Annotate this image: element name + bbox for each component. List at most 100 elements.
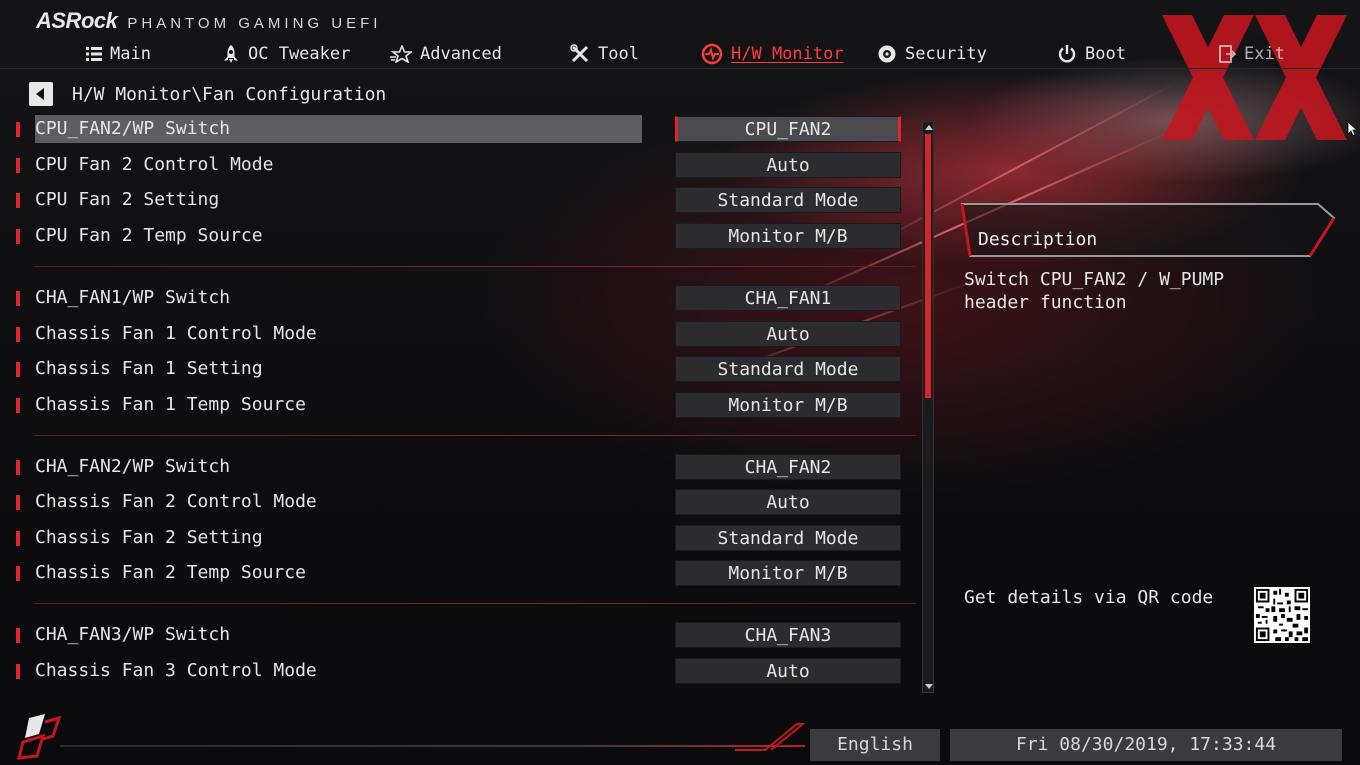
tab-oc-tweaker-label: OC Tweaker — [248, 44, 351, 64]
scroll-up-arrow-icon[interactable] — [925, 125, 933, 130]
row-marker — [16, 664, 20, 679]
back-arrow-icon — [36, 88, 44, 100]
tab-security-label: Security — [905, 44, 987, 64]
section-divider — [34, 435, 916, 436]
row-marker — [16, 193, 20, 208]
tab-oc-tweaker[interactable]: OC Tweaker — [222, 42, 350, 66]
section-divider — [34, 266, 916, 267]
setting-label: CPU Fan 2 Setting — [35, 189, 220, 210]
row-marker — [16, 158, 20, 173]
setting-row[interactable]: CHA_FAN3/WP Switch CHA_FAN3 — [0, 621, 910, 649]
setting-label: CPU Fan 2 Control Mode — [35, 154, 274, 175]
setting-label: Chassis Fan 2 Setting — [35, 527, 263, 548]
setting-row[interactable]: Chassis Fan 2 Temp Source Monitor M/B — [0, 559, 910, 587]
row-marker — [16, 229, 20, 244]
power-icon — [1058, 45, 1076, 63]
shield-gear-icon — [878, 45, 896, 63]
setting-row[interactable]: CHA_FAN1/WP Switch CHA_FAN1 — [0, 284, 910, 312]
tab-exit[interactable]: Exit — [1218, 42, 1285, 66]
setting-value-dropdown[interactable]: CHA_FAN1 — [675, 285, 901, 311]
setting-value-dropdown[interactable]: Auto — [675, 489, 901, 515]
setting-value-dropdown[interactable]: Auto — [675, 152, 901, 178]
setting-row[interactable]: CPU Fan 2 Control Mode Auto — [0, 151, 910, 179]
qr-hint: Get details via QR code — [964, 587, 1214, 608]
setting-label: Chassis Fan 1 Temp Source — [35, 394, 306, 415]
row-marker — [16, 327, 20, 342]
tab-tool-label: Tool — [598, 44, 639, 64]
datetime-display: Fri 08/30/2019, 17:33:44 — [950, 729, 1342, 761]
brand-header: ASRock PHANTOM GAMING UEFI — [36, 8, 381, 34]
description-text: Switch CPU_FAN2 / W_PUMP header function — [964, 269, 1225, 313]
top-nav: Main OC Tweaker Advanced Tool H/W Monito… — [0, 38, 1360, 69]
tab-boot-label: Boot — [1085, 44, 1126, 64]
row-marker — [16, 398, 20, 413]
setting-value-dropdown[interactable]: CPU_FAN2 — [675, 116, 901, 142]
setting-row[interactable]: Chassis Fan 1 Control Mode Auto — [0, 320, 910, 348]
tab-main[interactable]: Main — [86, 42, 151, 66]
setting-value-dropdown[interactable]: CHA_FAN3 — [675, 622, 901, 648]
setting-label: CPU_FAN2/WP Switch — [35, 115, 642, 143]
qr-code-icon[interactable] — [1254, 587, 1310, 643]
row-marker — [16, 291, 20, 306]
setting-label: CHA_FAN3/WP Switch — [35, 624, 231, 645]
setting-value-dropdown[interactable]: Monitor M/B — [675, 560, 901, 586]
row-marker — [16, 460, 20, 475]
setting-label: Chassis Fan 3 Control Mode — [35, 660, 317, 681]
setting-row[interactable]: Chassis Fan 1 Setting Standard Mode — [0, 355, 910, 383]
tab-tool[interactable]: Tool — [570, 42, 639, 66]
setting-value-dropdown[interactable]: Auto — [675, 658, 901, 684]
brand-subtitle: PHANTOM GAMING UEFI — [127, 15, 382, 32]
setting-label: CHA_FAN1/WP Switch — [35, 287, 231, 308]
xx-watermark-icon — [1162, 15, 1347, 140]
rocket-icon — [224, 45, 238, 63]
scroll-down-arrow-icon[interactable] — [925, 684, 933, 689]
tab-boot[interactable]: Boot — [1057, 42, 1126, 66]
setting-row[interactable]: Chassis Fan 2 Setting Standard Mode — [0, 524, 910, 552]
row-marker — [16, 495, 20, 510]
scrollbar[interactable] — [922, 121, 934, 693]
tab-advanced-label: Advanced — [420, 44, 502, 64]
mouse-cursor-icon — [1347, 121, 1357, 137]
scrollbar-thumb[interactable] — [925, 134, 931, 398]
tab-security[interactable]: Security — [877, 42, 987, 66]
setting-value-dropdown[interactable]: Auto — [675, 321, 901, 347]
monitor-gauge-icon — [701, 43, 723, 65]
row-marker — [16, 531, 20, 546]
setting-value-dropdown[interactable]: Monitor M/B — [675, 392, 901, 418]
bottom-accent-line — [60, 745, 805, 747]
brand-logo: ASRock — [36, 8, 118, 33]
setting-row[interactable]: CPU Fan 2 Temp Source Monitor M/B — [0, 222, 910, 250]
setting-label: CHA_FAN2/WP Switch — [35, 456, 231, 477]
list-icon — [86, 47, 102, 61]
setting-row[interactable]: CPU Fan 2 Setting Standard Mode — [0, 186, 910, 214]
tab-main-label: Main — [110, 44, 151, 64]
setting-row[interactable]: Chassis Fan 2 Control Mode Auto — [0, 488, 910, 516]
tab-hw-monitor-label: H/W Monitor — [731, 44, 844, 64]
tab-hw-monitor[interactable]: H/W Monitor — [701, 42, 844, 66]
row-marker — [16, 628, 20, 643]
setting-label: Chassis Fan 1 Setting — [35, 358, 263, 379]
row-marker — [16, 122, 20, 137]
setting-value-dropdown[interactable]: Standard Mode — [675, 187, 901, 213]
setting-label: Chassis Fan 1 Control Mode — [35, 323, 317, 344]
language-button[interactable]: English — [810, 729, 940, 761]
tab-advanced[interactable]: Advanced — [390, 42, 502, 66]
setting-value-dropdown[interactable]: Standard Mode — [675, 356, 901, 382]
setting-row[interactable]: Chassis Fan 1 Temp Source Monitor M/B — [0, 391, 910, 419]
exit-door-icon — [1219, 45, 1236, 63]
setting-row-cpu-fan2-wp-switch[interactable]: CPU_FAN2/WP Switch CPU_FAN2 — [0, 115, 910, 143]
tab-exit-label: Exit — [1244, 44, 1285, 64]
bottom-accent-slash — [735, 723, 805, 751]
tools-icon — [570, 44, 589, 63]
setting-row[interactable]: CHA_FAN2/WP Switch CHA_FAN2 — [0, 453, 910, 481]
setting-value-dropdown[interactable]: CHA_FAN2 — [675, 454, 901, 480]
setting-value-dropdown[interactable]: Standard Mode — [675, 525, 901, 551]
setting-label: CPU Fan 2 Temp Source — [35, 225, 263, 246]
description-title: Description — [978, 229, 1098, 250]
star-icon — [390, 45, 412, 63]
section-divider — [34, 603, 916, 604]
setting-label: Chassis Fan 2 Temp Source — [35, 562, 306, 583]
setting-value-dropdown[interactable]: Monitor M/B — [675, 223, 901, 249]
back-button[interactable] — [29, 82, 53, 106]
setting-row[interactable]: Chassis Fan 3 Control Mode Auto — [0, 657, 910, 685]
